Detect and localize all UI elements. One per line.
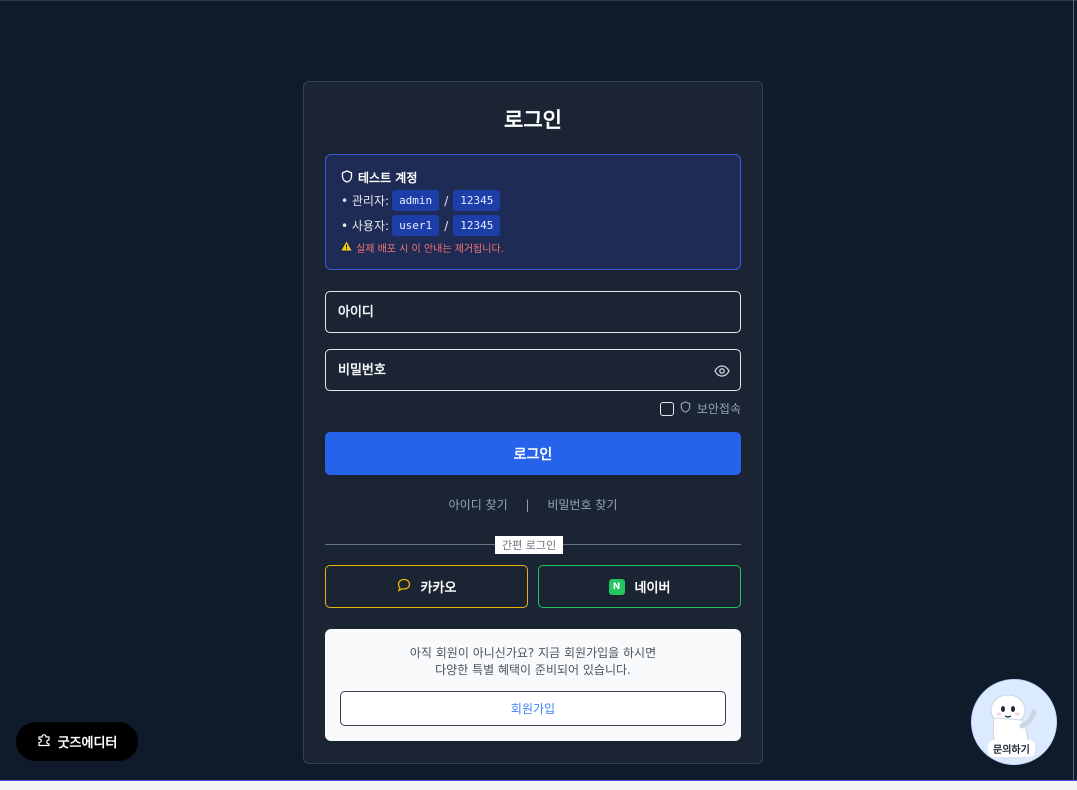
signup-promo: 아직 회원이 아니신가요? 지금 회원가입을 하시면 다양한 특별 혜택이 준비…: [325, 629, 741, 741]
shield-icon: [341, 169, 353, 186]
secure-login-checkbox[interactable]: [659, 401, 674, 416]
password-field[interactable]: [325, 349, 741, 391]
signup-text-line-2: 다양한 특별 혜택이 준비되어 있습니다.: [435, 663, 631, 677]
username-field[interactable]: [325, 291, 741, 333]
password-input[interactable]: [326, 350, 740, 390]
notice-warning: 실제 배포 시 이 안내는 제거됩니다.: [341, 240, 725, 255]
user-separator: /: [444, 218, 449, 233]
goods-editor-button[interactable]: 굿즈에디터: [16, 722, 138, 761]
admin-pw-code: 12345: [453, 190, 501, 211]
kakao-login-button[interactable]: 카카오: [325, 565, 528, 608]
inquiry-label: 문의하기: [988, 740, 1035, 757]
puzzle-icon: [37, 733, 51, 751]
user-pw-code: 12345: [453, 215, 501, 236]
inquiry-chatbot-button[interactable]: 문의하기: [971, 679, 1057, 765]
bottom-bar: [0, 780, 1077, 790]
warning-icon: [341, 241, 352, 254]
secure-login-toggle[interactable]: 보안접속: [659, 400, 741, 417]
naver-label: 네이버: [634, 581, 671, 596]
kakao-label: 카카오: [420, 581, 457, 596]
shield-icon: [680, 401, 691, 416]
user-account-row: • 사용자: user1 / 12345: [341, 215, 725, 236]
admin-account-row: • 관리자: admin / 12345: [341, 190, 725, 211]
naver-logo-icon: N: [608, 578, 625, 595]
signup-button[interactable]: 회원가입: [340, 691, 726, 726]
account-recovery-links: 아이디 찾기 | 비밀번호 찾기: [304, 496, 762, 513]
top-border: [0, 0, 1077, 1]
admin-id-code: admin: [392, 190, 440, 211]
user-label: • 사용자:: [341, 219, 390, 233]
social-divider-label: 간편 로그인: [495, 536, 564, 554]
admin-separator: /: [444, 193, 449, 208]
notice-heading: 테스트 계정: [341, 169, 725, 186]
chat-bubble-icon: [397, 578, 411, 596]
user-id-code: user1: [392, 215, 440, 236]
login-card: 로그인 테스트 계정 • 관리자: admin / 12345 • 사용자: u…: [303, 81, 763, 764]
admin-label: • 관리자:: [341, 194, 390, 208]
eye-icon[interactable]: [714, 363, 730, 377]
find-id-link[interactable]: 아이디 찾기: [449, 496, 508, 513]
naver-login-button[interactable]: N 네이버: [538, 565, 741, 608]
scrollbar-edge: [1073, 0, 1074, 780]
link-separator: |: [525, 498, 530, 512]
find-password-link[interactable]: 비밀번호 찾기: [547, 496, 617, 513]
notice-heading-text: 테스트 계정: [358, 171, 418, 185]
login-button[interactable]: 로그인: [325, 432, 741, 475]
goods-editor-label: 굿즈에디터: [57, 736, 118, 751]
page-title: 로그인: [504, 108, 562, 132]
username-input[interactable]: [326, 292, 740, 332]
secure-login-label: 보안접속: [696, 402, 741, 416]
test-account-notice: 테스트 계정 • 관리자: admin / 12345 • 사용자: user1…: [325, 154, 741, 270]
warning-text: 실제 배포 시 이 안내는 제거됩니다.: [356, 244, 504, 255]
signup-text-line-1: 아직 회원이 아니신가요? 지금 회원가입을 하시면: [409, 646, 657, 660]
